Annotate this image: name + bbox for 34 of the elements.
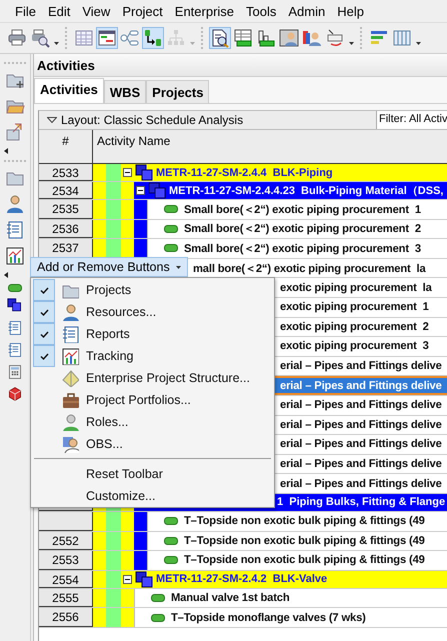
activity-name: T–Topside non exotic bulk piping & fittings (49 [184,554,425,566]
row-number: 2552 [39,532,93,550]
wbs-name: METR-11-27-SM-2.4.4 BLK-Piping [156,166,333,178]
row-number: 2534 [39,182,93,199]
activity-name: Small bore(＜2“) exotic piping procurement 1 [184,202,421,217]
activity-name: erial – Pipes and Fittings delive [280,399,442,412]
activity-name: exotic piping procurement 1 [280,301,429,314]
activity-name: erial – Pipes and Fittings delive [280,478,442,490]
row-number: 2536 [39,220,93,238]
activity-name: mall bore(＜2“) exotic piping procurement la [193,262,426,276]
activity-name: Small bore(＜2“) exotic piping procurement 2 [184,222,421,236]
activity-name: erial – Pipes and Fittings delive [280,418,442,431]
wbs-name: METR-11-27-SM-2.4.2 BLK-Valve [156,573,328,586]
wbs-name: 1 Piping Bulks, Fitting & Flange [277,496,446,508]
row-number: 2553 [39,551,93,570]
activity-name: Manual valve 1st batch [171,592,290,604]
activity-name: T–Topside non exotic bulk piping & fittings (49 [184,515,425,528]
row-number: 2535 [39,200,93,219]
activity-name: erial – Pipes and Fittings delive [280,438,442,450]
activity-name: T–Topside monoflange valves (7 wks) [171,612,366,624]
activity-name: T–Topside non exotic bulk piping & fittings (49 [184,534,425,547]
activity-name: exotic piping procurement 2 [280,320,429,333]
row-number: 2554 [39,570,93,588]
activity-name: exotic piping procurement 3 [280,340,429,352]
activity-name: exotic piping procurement la [280,282,432,294]
row-number: 2556 [39,608,93,627]
row-number: 2537 [39,239,93,258]
activity-name: Small bore(＜2“) exotic piping procurement 3 [184,242,421,256]
activity-name: erial – Pipes and Fittings delive [280,458,442,470]
wbs-name: METR-11-27-SM-2.4.4.23 Bulk-Piping Material（DSS, [169,184,444,198]
row-number: 2555 [39,588,93,608]
row-number: 2533 [39,164,93,181]
activity-name: erial – Pipes and Fittings delive [280,380,442,392]
activity-name: erial – Pipes and Fittings delive [280,360,442,372]
